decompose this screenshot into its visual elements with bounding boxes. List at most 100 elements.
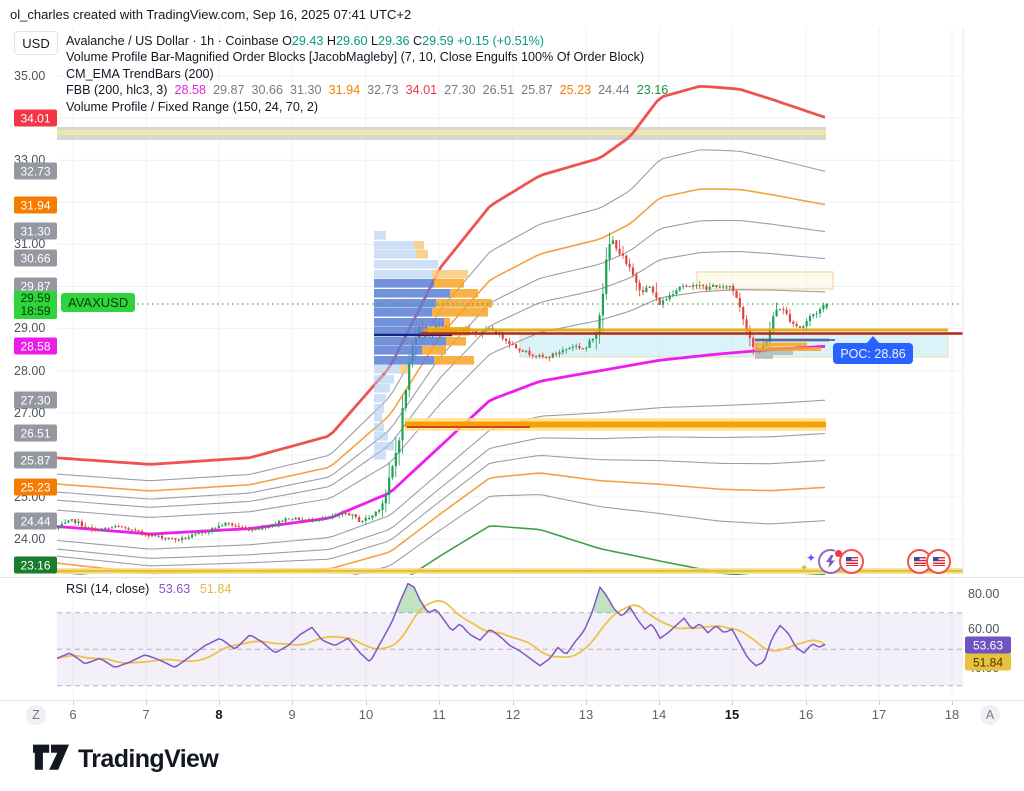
fbb-band-value: 28.58 <box>175 83 207 97</box>
rsi-canvas <box>0 578 1024 700</box>
current-price-countdown-badge: 29.5918:59 <box>14 291 57 319</box>
fbb-band-value: 25.23 <box>560 83 592 97</box>
fbb-band-value: 34.01 <box>406 83 438 97</box>
fbb-band-value: 25.87 <box>521 83 553 97</box>
pane-divider[interactable] <box>0 577 1024 578</box>
legend-symbol-row[interactable]: Avalanche / US Dollar · 1h · Coinbase O2… <box>66 33 668 49</box>
fbb-band-value: 31.94 <box>329 83 361 97</box>
price-level-badge: 31.30 <box>14 223 57 240</box>
price-level-badge: 31.94 <box>14 197 57 214</box>
fbb-label: FBB (200, hlc3, 3) <box>66 83 168 97</box>
time-axis-tick <box>732 701 733 705</box>
change-value: +0.15 (+0.51%) <box>457 34 544 48</box>
open-label: O <box>282 34 292 48</box>
rsi-pane[interactable] <box>0 578 1024 700</box>
open-value: 29.43 <box>292 34 324 48</box>
time-axis-tick <box>952 701 953 705</box>
currency-toggle-button[interactable]: USD <box>14 31 58 55</box>
rsi-axis-label: 80.00 <box>968 587 999 601</box>
legend-indicator-fbb[interactable]: FBB (200, hlc3, 3) 28.58 29.87 30.66 31.30 31… <box>66 82 668 98</box>
time-axis-tick <box>366 701 367 705</box>
poc-tooltip: POC: 28.86 <box>833 343 913 364</box>
tradingview-logo[interactable]: TradingView <box>33 744 218 774</box>
rsi-axis-label: 60.00 <box>968 622 999 636</box>
sparkle-lime-icon: ✦ <box>800 563 808 574</box>
time-axis-label: 14 <box>652 707 666 722</box>
rsi-ma-value: 51.84 <box>200 582 232 596</box>
poc-tooltip-notch <box>866 336 880 344</box>
us-flag-event-icon-3[interactable] <box>926 549 951 574</box>
lightning-bolt-icon <box>825 555 836 568</box>
fbb-band-value: 26.51 <box>483 83 515 97</box>
rsi-label: RSI <box>66 582 87 596</box>
price-axis-label: 28.00 <box>14 364 45 378</box>
time-axis-tick <box>879 701 880 705</box>
time-axis-label: 11 <box>432 707 446 722</box>
high-label: H <box>327 34 336 48</box>
fbb-band-value: 31.30 <box>290 83 322 97</box>
time-axis-badge[interactable]: A <box>980 705 1000 725</box>
fbb-band-value: 30.66 <box>252 83 284 97</box>
time-axis-label: 10 <box>359 707 373 722</box>
tradingview-logo-text: TradingView <box>78 745 218 774</box>
low-value: 29.36 <box>378 34 410 48</box>
us-flag-icon <box>846 557 858 566</box>
time-axis-label: 15 <box>725 707 739 722</box>
fbb-band-value: 23.16 <box>637 83 669 97</box>
price-level-badge: 26.51 <box>14 425 57 442</box>
time-axis-label: 18 <box>945 707 959 722</box>
attribution-text: ol_charles created with TradingView.com,… <box>10 7 411 22</box>
price-level-badge: 34.01 <box>14 110 57 127</box>
rsi-value-badge: 53.63 <box>965 637 1011 654</box>
poc-tooltip-text: POC: 28.86 <box>840 347 905 361</box>
time-axis-tick <box>292 701 293 705</box>
fbb-band-value: 32.73 <box>367 83 399 97</box>
us-flag-icon <box>914 557 926 566</box>
time-axis-tick <box>586 701 587 705</box>
time-axis-label: 13 <box>579 707 593 722</box>
price-axis-label: 35.00 <box>14 69 45 83</box>
legend-indicator-volume-profile-ob[interactable]: Volume Profile Bar-Magnified Order Block… <box>66 49 668 65</box>
low-label: L <box>371 34 378 48</box>
time-axis-tick <box>513 701 514 705</box>
price-level-badge: 30.66 <box>14 250 57 267</box>
price-level-badge: 27.30 <box>14 392 57 409</box>
price-level-badge: 24.44 <box>14 513 57 530</box>
time-axis-label: 6 <box>69 707 76 722</box>
time-axis[interactable]: Z6789101112131415161718A <box>0 700 1024 729</box>
time-axis-label: 7 <box>142 707 149 722</box>
price-level-badge: 32.73 <box>14 163 57 180</box>
time-axis-tick <box>806 701 807 705</box>
price-axis-label: 29.00 <box>14 321 45 335</box>
rsi-value-badge: 51.84 <box>965 654 1011 671</box>
close-label: C <box>413 34 422 48</box>
legend-indicator-cm-ema[interactable]: CM_EMA TrendBars (200) <box>66 66 668 82</box>
chart-legend: Avalanche / US Dollar · 1h · Coinbase O2… <box>66 33 668 115</box>
price-level-badge: 25.23 <box>14 479 57 496</box>
rsi-legend[interactable]: RSI (14, close) 53.63 51.84 <box>66 582 231 596</box>
price-scale-axis[interactable]: 35.0033.0031.0029.0028.0027.0025.0024.00… <box>0 0 57 791</box>
close-value: 29.59 <box>422 34 454 48</box>
us-flag-event-icon[interactable] <box>839 549 864 574</box>
time-axis-label: 12 <box>506 707 520 722</box>
time-axis-tick <box>439 701 440 705</box>
price-level-badge: 28.58 <box>14 338 57 355</box>
time-axis-tick <box>659 701 660 705</box>
symbol-title: Avalanche / US Dollar · 1h · Coinbase <box>66 34 279 48</box>
tradingview-chart-page: ol_charles created with TradingView.com,… <box>0 0 1024 791</box>
fbb-band-value: 29.87 <box>213 83 245 97</box>
high-value: 29.60 <box>336 34 368 48</box>
rsi-value: 53.63 <box>159 582 191 596</box>
time-axis-tick <box>219 701 220 705</box>
time-axis-label: 8 <box>215 707 222 722</box>
time-axis-tick <box>146 701 147 705</box>
us-flag-icon <box>933 557 945 566</box>
price-level-badge: 25.87 <box>14 452 57 469</box>
tradingview-logo-mark <box>33 744 69 774</box>
legend-indicator-fixed-range[interactable]: Volume Profile / Fixed Range (150, 24, 7… <box>66 99 668 115</box>
time-axis-label: 17 <box>872 707 886 722</box>
fbb-band-values: 28.58 29.87 30.66 31.30 31.94 32.73 34.01 27.30… <box>168 83 669 97</box>
fbb-band-value: 27.30 <box>444 83 476 97</box>
price-level-badge: 23.16 <box>14 557 57 574</box>
rsi-params: (14, close) <box>91 582 150 596</box>
